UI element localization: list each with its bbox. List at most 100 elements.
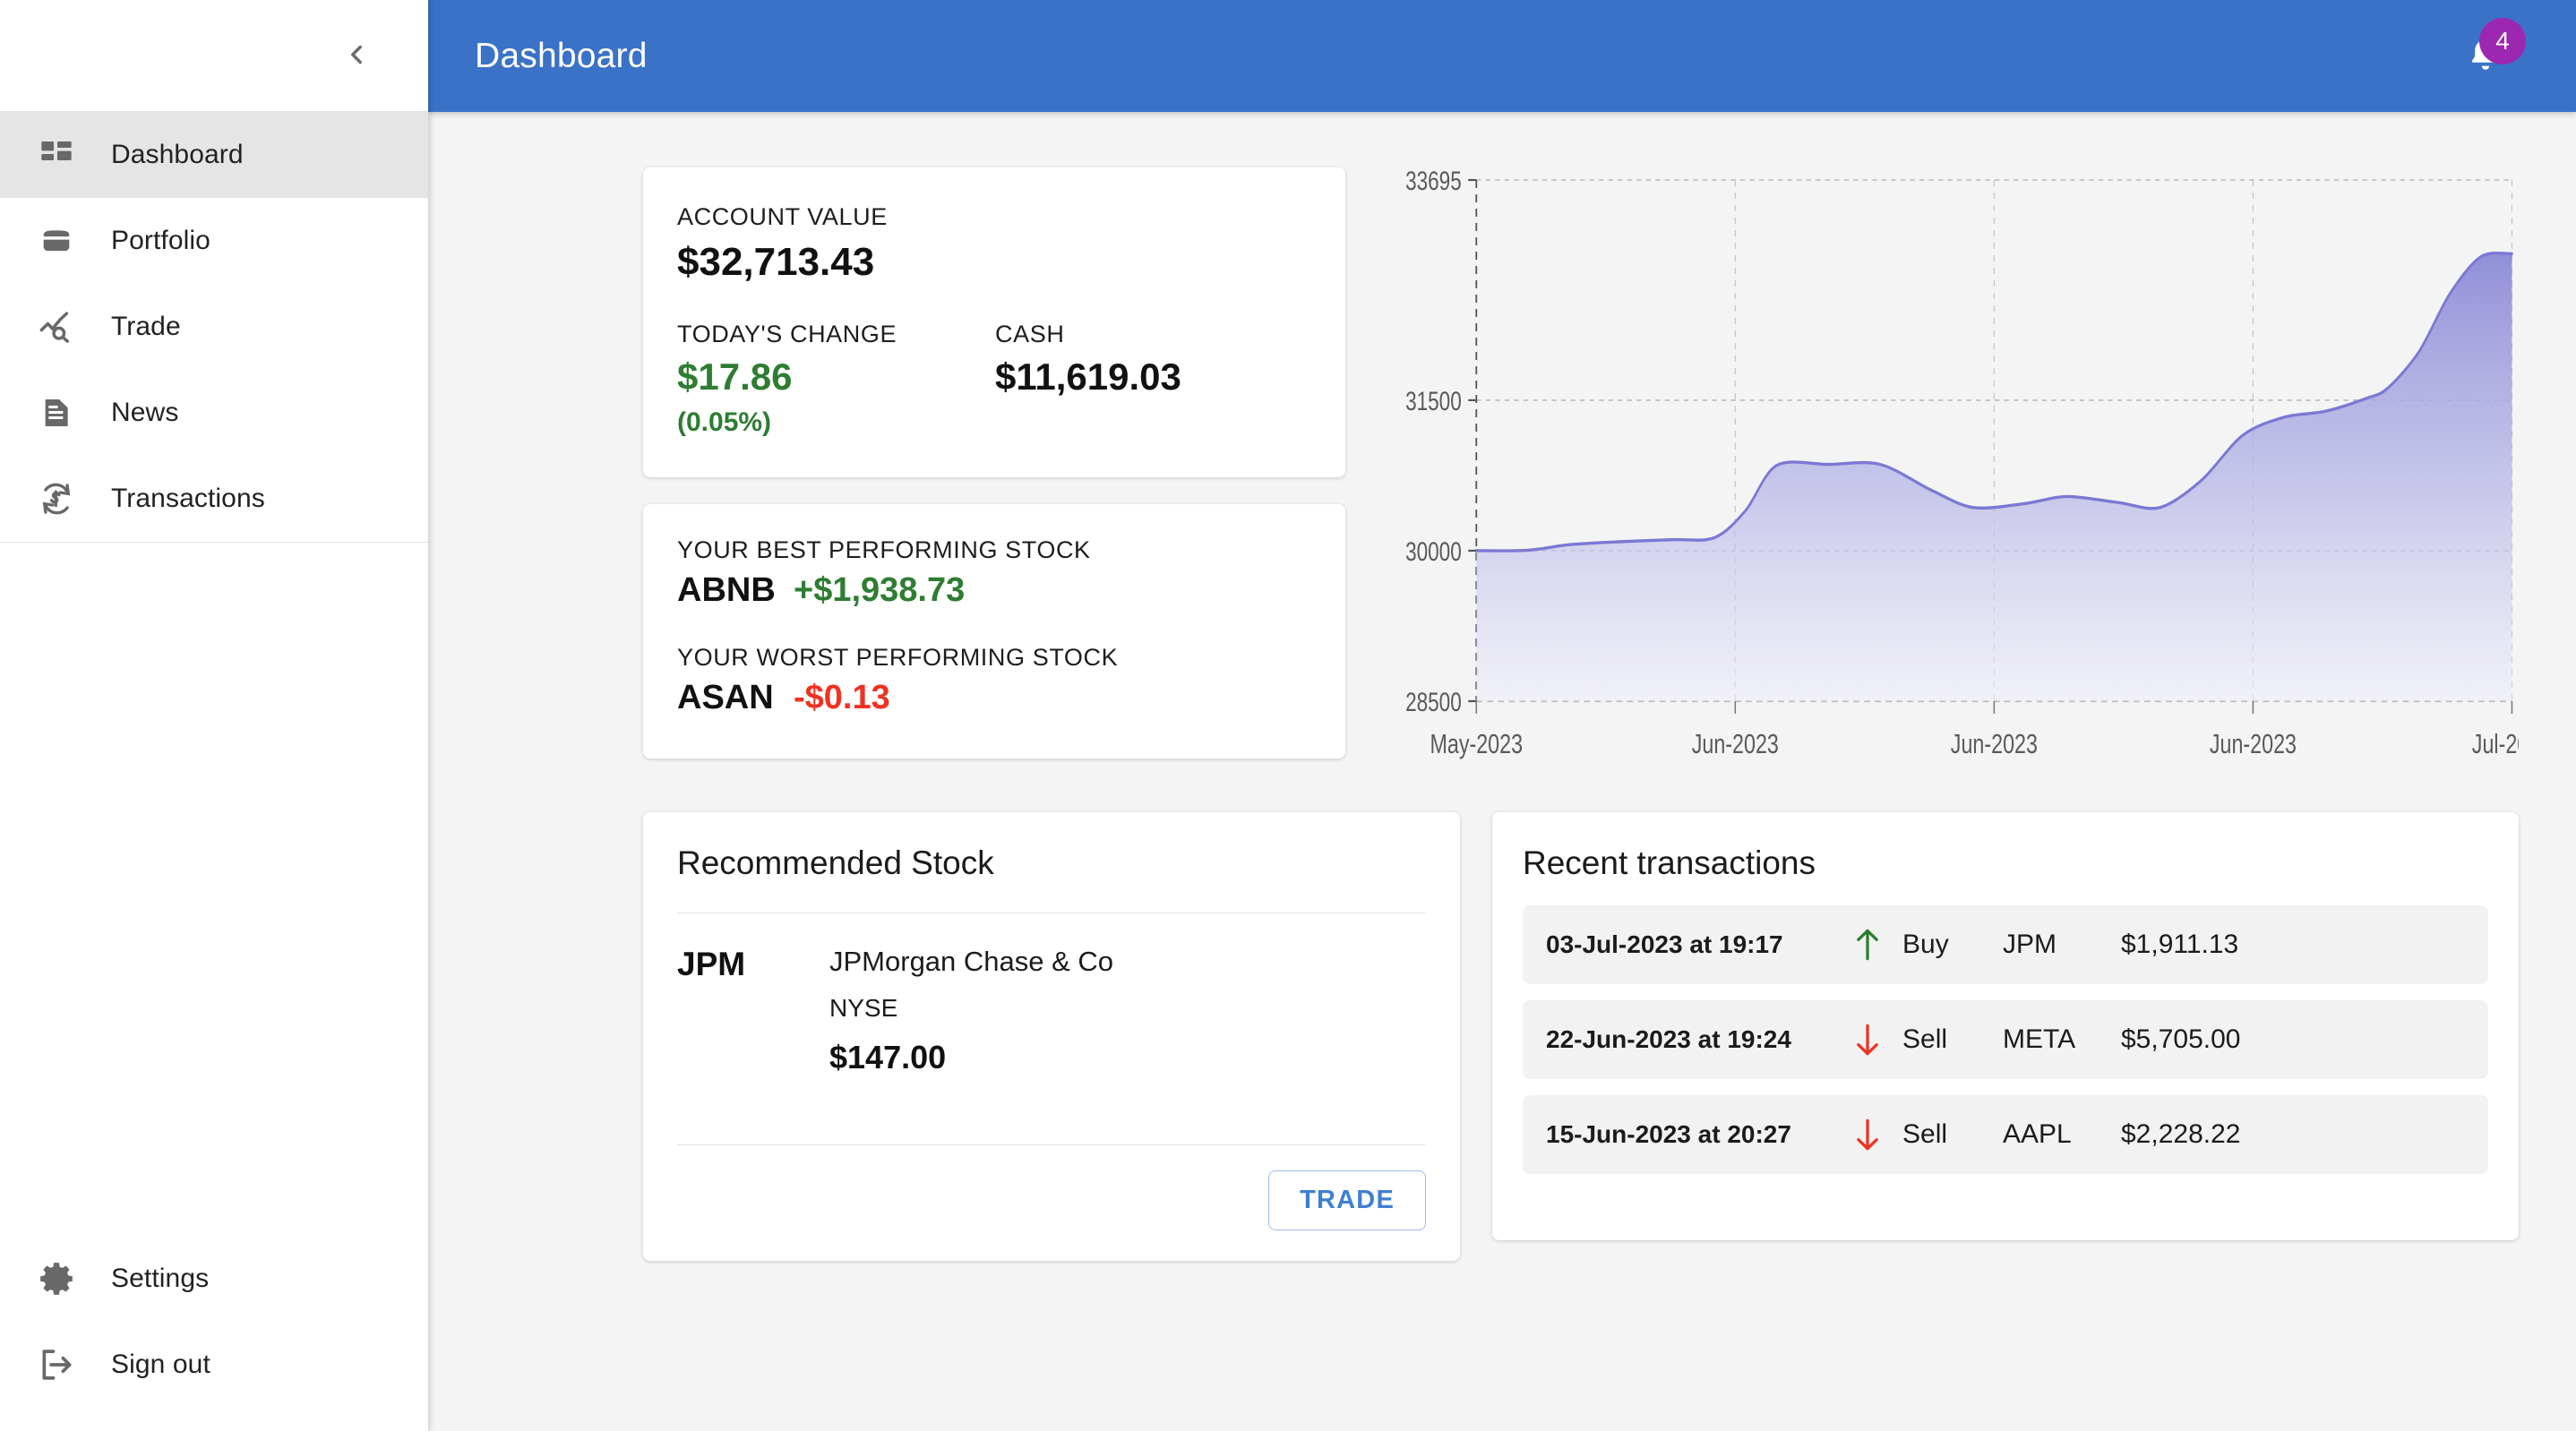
chart-column: 28500 30000 31500 33695 May-2023 Jun-2023 Jun…	[1345, 167, 2519, 776]
best-stock-label: YOUR BEST PERFORMING STOCK	[677, 536, 1091, 563]
sidebar: Dashboard Portfolio Trade News Transacti…	[0, 0, 428, 1431]
transaction-row[interactable]: 03-Jul-2023 at 19:17 Buy JPM $1,911.13	[1523, 905, 2488, 984]
recent-transactions-card: Recent transactions 03-Jul-2023 at 19:17…	[1492, 812, 2519, 1240]
transaction-amount: $1,911.13	[2121, 930, 2239, 959]
main-area: Dashboard 4 ACCOUNT VALUE $32,713.43 TOD…	[428, 0, 2576, 1431]
recommended-stock-body: JPM JPMorgan Chase & Co NYSE $147.00	[677, 913, 1426, 1114]
transaction-amount: $2,228.22	[2121, 1119, 2241, 1149]
chart-x-tick-label: Jun-2023	[1951, 728, 2038, 759]
sidebar-item-settings[interactable]: Settings	[0, 1236, 428, 1322]
sidebar-item-sign-out[interactable]: Sign out	[0, 1322, 428, 1408]
sidebar-item-trade[interactable]: Trade	[0, 284, 428, 370]
wallet-icon	[27, 223, 86, 259]
todays-change-block: TODAY'S CHANGE $17.86 (0.05%)	[677, 321, 995, 438]
best-stock-symbol: ABNB	[677, 571, 776, 609]
chart-x-tick-label: May-2023	[1430, 728, 1523, 759]
chart-y-tick-label: 28500	[1405, 687, 1462, 717]
recommended-stock-card: Recommended Stock JPM JPMorgan Chase & C…	[643, 812, 1460, 1261]
chevron-left-icon	[341, 39, 372, 73]
page-title: Dashboard	[475, 36, 648, 75]
transaction-date: 03-Jul-2023 at 19:17	[1546, 930, 1783, 958]
sidebar-nav: Dashboard Portfolio Trade News Transacti…	[0, 112, 428, 543]
cash-block: CASH $11,619.03	[995, 321, 1181, 438]
worst-stock-symbol: ASAN	[677, 679, 774, 716]
best-stock-amount: +$1,938.73	[794, 571, 966, 609]
account-value-chart: 28500 30000 31500 33695 May-2023 Jun-2023 Jun…	[1374, 167, 2519, 776]
transaction-amount: $5,705.00	[2121, 1024, 2241, 1054]
best-stock-row: ABNB +$1,938.73	[677, 571, 1311, 610]
sidebar-footer: Settings Sign out	[0, 1236, 428, 1431]
chart-x-tick-labels: May-2023 Jun-2023 Jun-2023 Jun-2023 Jul-2023	[1430, 728, 2519, 759]
app-root: Dashboard Portfolio Trade News Transacti…	[0, 0, 2576, 1431]
chart-x-tick-label: Jun-2023	[1692, 728, 1779, 759]
sidebar-item-label: Trade	[111, 312, 181, 341]
cash-label: CASH	[995, 321, 1065, 347]
sidebar-item-dashboard[interactable]: Dashboard	[0, 112, 428, 198]
document-icon	[27, 395, 86, 431]
account-value-amount: $32,713.43	[677, 240, 875, 284]
cash-amount: $11,619.03	[995, 356, 1181, 398]
transaction-row[interactable]: 15-Jun-2023 at 20:27 Sell AAPL $2,228.22	[1523, 1095, 2488, 1174]
recommended-stock-symbol: JPM	[677, 946, 746, 982]
transaction-row[interactable]: 22-Jun-2023 at 19:24 Sell META $5,705.00	[1523, 1000, 2488, 1079]
recommended-stock-exchange: NYSE	[829, 994, 898, 1022]
sidebar-item-transactions[interactable]: Transactions	[0, 456, 428, 542]
dashboard-content: ACCOUNT VALUE $32,713.43 TODAY'S CHANGE …	[428, 112, 2576, 1431]
recommended-stock-info: JPMorgan Chase & Co NYSE $147.00	[829, 946, 1113, 1076]
chart-y-tick-label: 31500	[1405, 386, 1462, 416]
performance-gap	[677, 610, 1311, 644]
sidebar-item-label: Portfolio	[111, 226, 210, 255]
recent-transactions-title: Recent transactions	[1523, 844, 1816, 881]
transaction-symbol: AAPL	[2003, 1119, 2072, 1149]
chart-y-tick-label: 30000	[1405, 536, 1462, 567]
todays-change-percent: (0.05%)	[677, 407, 772, 437]
gear-icon	[27, 1260, 86, 1298]
recommended-stock-price: $147.00	[829, 1039, 947, 1075]
sidebar-item-label: Sign out	[111, 1350, 210, 1379]
arrow-down-icon	[1833, 1022, 1902, 1058]
top-row: ACCOUNT VALUE $32,713.43 TODAY'S CHANGE …	[428, 167, 2576, 776]
account-value-card: ACCOUNT VALUE $32,713.43 TODAY'S CHANGE …	[643, 167, 1345, 477]
sidebar-item-label: News	[111, 398, 179, 427]
performance-card: YOUR BEST PERFORMING STOCK ABNB +$1,938.…	[643, 504, 1345, 758]
sidebar-item-label: Transactions	[111, 484, 265, 513]
recommended-stock-company: JPMorgan Chase & Co	[829, 946, 1114, 977]
chart-search-icon	[27, 308, 86, 346]
trade-button[interactable]: TRADE	[1268, 1170, 1426, 1230]
todays-change-label: TODAY'S CHANGE	[677, 321, 897, 347]
top-app-bar: Dashboard 4	[428, 0, 2576, 112]
arrow-down-icon	[1833, 1117, 1902, 1153]
transaction-type: Buy	[1902, 930, 1949, 959]
worst-stock-amount: -$0.13	[794, 679, 890, 716]
chart-y-tick-label: 33695	[1405, 167, 1462, 196]
sidebar-collapse-button[interactable]	[328, 27, 385, 84]
recommended-stock-title: Recommended Stock	[677, 844, 994, 881]
currency-refresh-icon	[27, 480, 86, 518]
account-value-label: ACCOUNT VALUE	[677, 203, 888, 230]
transaction-symbol: META	[2003, 1024, 2076, 1054]
arrow-up-icon	[1833, 927, 1902, 963]
sidebar-item-portfolio[interactable]: Portfolio	[0, 198, 428, 284]
transaction-date: 22-Jun-2023 at 19:24	[1546, 1025, 1791, 1053]
logout-icon	[27, 1346, 86, 1384]
transactions-list: 03-Jul-2023 at 19:17 Buy JPM $1,911.13 22-Ju…	[1523, 905, 2488, 1174]
chart-x-tick-label: Jul-2023	[2472, 728, 2519, 759]
account-subvalues: TODAY'S CHANGE $17.86 (0.05%) CASH $11,6…	[677, 321, 1311, 438]
transaction-symbol: JPM	[2003, 930, 2057, 959]
sidebar-item-label: Settings	[111, 1264, 210, 1293]
sidebar-header	[0, 0, 428, 112]
sidebar-item-label: Dashboard	[111, 140, 244, 169]
bottom-row: Recommended Stock JPM JPMorgan Chase & C…	[428, 776, 2576, 1261]
left-column: ACCOUNT VALUE $32,713.43 TODAY'S CHANGE …	[643, 167, 1345, 758]
transaction-type: Sell	[1902, 1024, 1948, 1054]
notifications-button[interactable]: 4	[2451, 17, 2526, 91]
todays-change-amount: $17.86	[677, 356, 793, 398]
sidebar-item-news[interactable]: News	[0, 370, 428, 456]
account-value-chart-svg: 28500 30000 31500 33695 May-2023 Jun-2023 Jun…	[1405, 167, 2519, 759]
transaction-date: 15-Jun-2023 at 20:27	[1546, 1120, 1791, 1148]
chart-x-tick-label: Jun-2023	[2210, 728, 2297, 759]
dashboard-grid-icon	[27, 137, 86, 173]
recommended-stock-actions: TRADE	[677, 1145, 1426, 1230]
worst-stock-row: ASAN -$0.13	[677, 679, 1311, 717]
